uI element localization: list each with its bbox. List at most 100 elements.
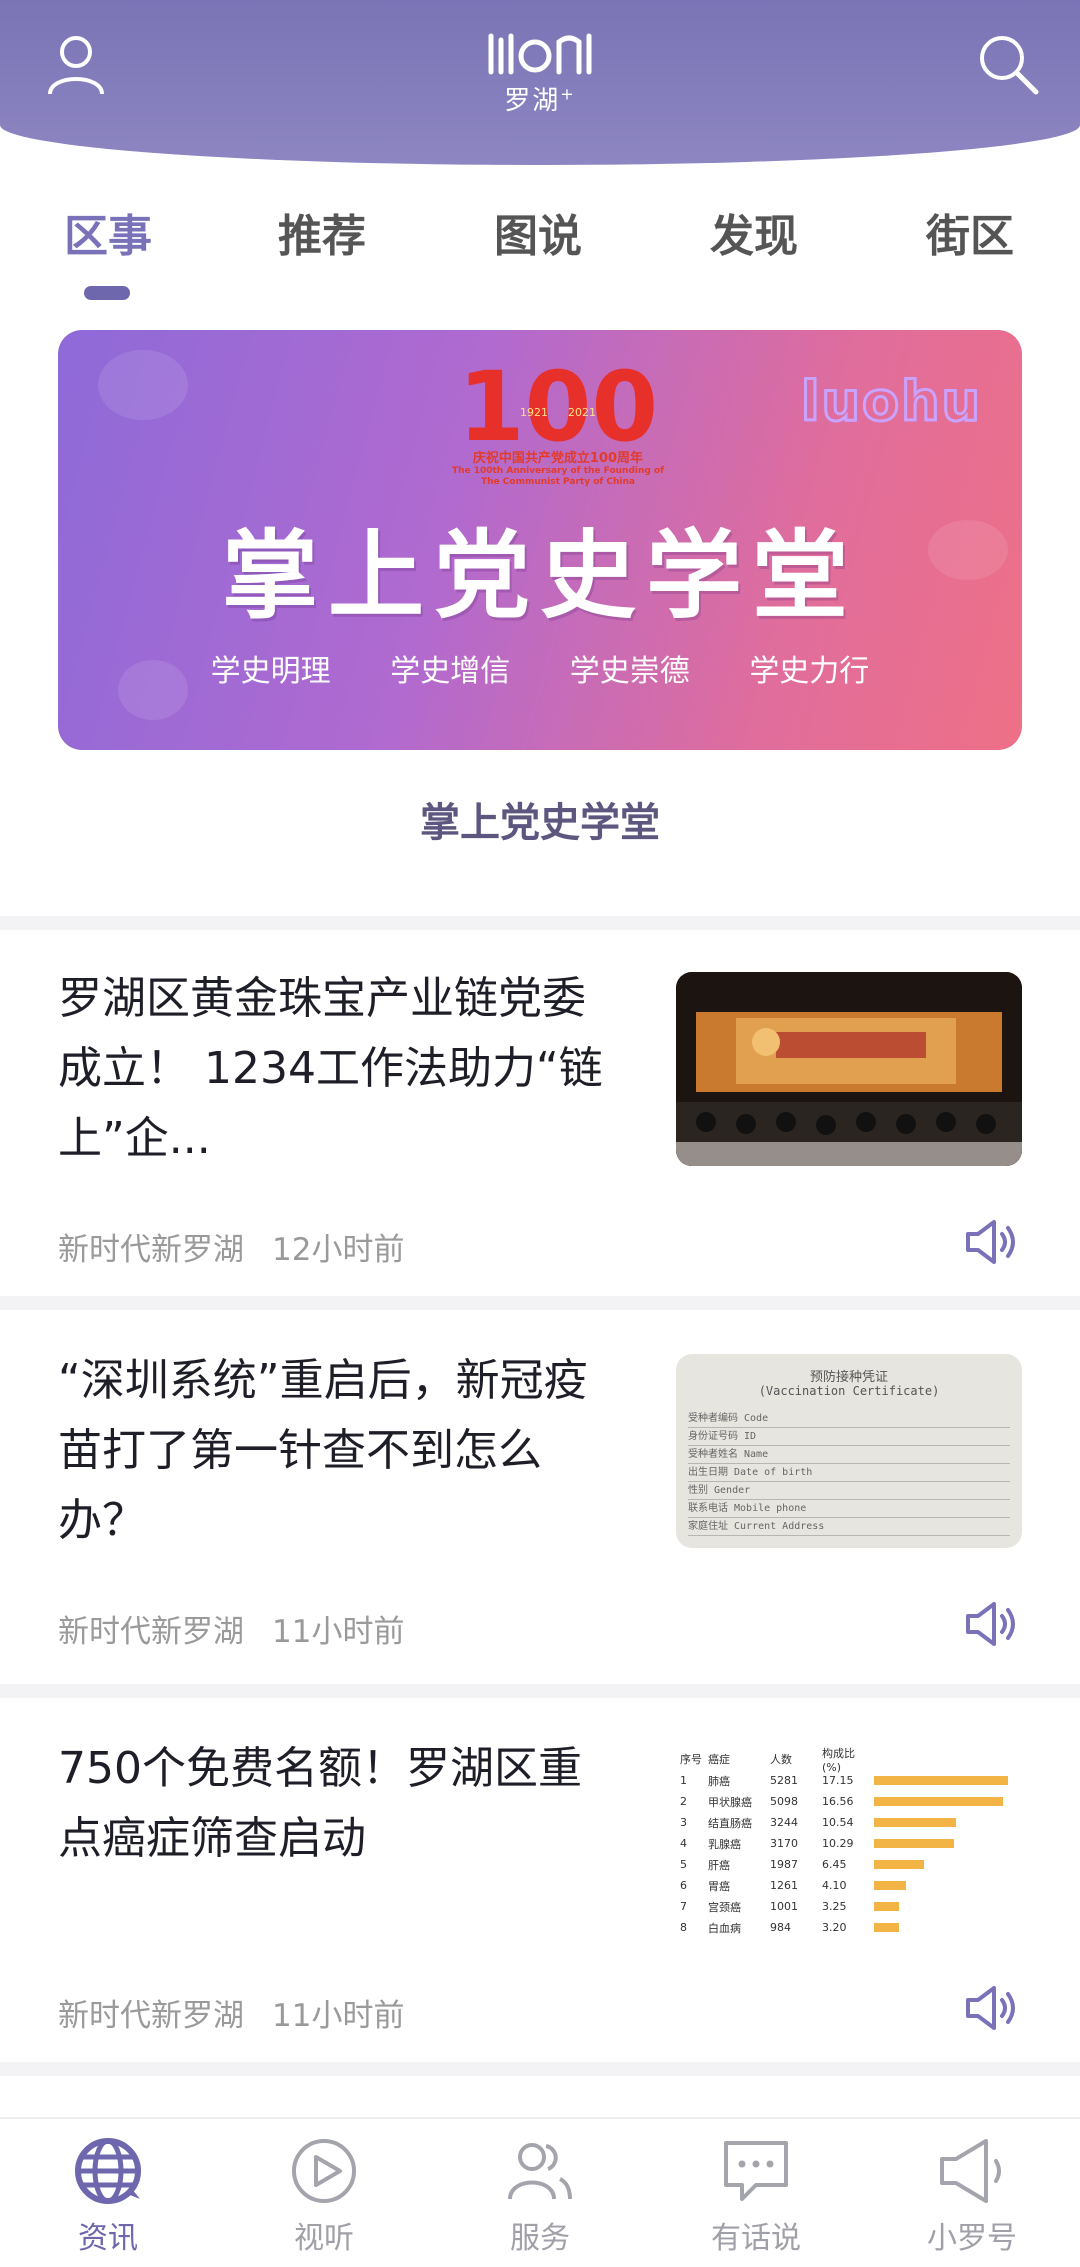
banner-carousel[interactable]: 100 1921 2021 庆祝中国共产党成立100周年 The 100th An…	[58, 330, 1022, 750]
globe-icon	[75, 2138, 141, 2204]
table-cell: 5098	[770, 1795, 798, 1808]
table-cell: 3	[680, 1816, 687, 1829]
news-title[interactable]: 罗湖区黄金珠宝产业链党委成立！ 1234工作法助力“链上”企...	[58, 964, 618, 1174]
table-cell: 10.29	[822, 1837, 854, 1850]
nav-shiting[interactable]: 视听	[254, 2133, 394, 2257]
news-source: 新时代新罗湖	[58, 1232, 244, 1268]
certificate-row: 联系电话 Mobile phone	[688, 1500, 1010, 1518]
table-cell: 乳腺癌	[708, 1837, 741, 1851]
tab-tuijian[interactable]: 推荐	[278, 200, 366, 264]
badge-year-left: 1921	[520, 406, 548, 419]
table-row: 4 乳腺癌 3170 10.29	[680, 1833, 1018, 1854]
table-cell: 5281	[770, 1774, 798, 1787]
slogan-3: 学史崇德	[569, 654, 690, 689]
table-cell: 4	[680, 1837, 687, 1850]
search-icon[interactable]	[972, 28, 1044, 100]
table-cell: 3.25	[822, 1900, 847, 1913]
table-cell: 7	[680, 1900, 687, 1913]
certificate-title-en: (Vaccination Certificate)	[758, 1384, 940, 1398]
bottom-tab-bar: 资讯 视听 服务 有话说 小罗号	[0, 2117, 1080, 2267]
news-meta: 新时代新罗湖 11小时前	[58, 1990, 404, 2035]
table-cell: 1001	[770, 1900, 798, 1913]
news-time: 12小时前	[272, 1232, 405, 1268]
banner-slogans: 学史明理 学史增信 学史崇德 学史力行	[58, 646, 1022, 690]
table-cell: 1	[680, 1774, 687, 1787]
nav-zixun[interactable]: 资讯	[38, 2133, 178, 2257]
news-item[interactable]: 罗湖区黄金珠宝产业链党委成立！ 1234工作法助力“链上”企... 新时代新罗湖…	[0, 930, 1080, 1296]
table-cell: 1987	[770, 1858, 798, 1871]
news-meta: 新时代新罗湖 12小时前	[58, 1224, 404, 1269]
certificate-row: 身份证号码 ID	[688, 1428, 1010, 1446]
news-item[interactable]: 750个免费名额！罗湖区重点癌症筛查启动 序号 癌症 人数 构成比(%) 1 肺癌 5281…	[0, 1698, 1080, 2062]
table-cell: 甲状腺癌	[708, 1795, 752, 1809]
app-logo: 罗湖+	[485, 30, 595, 117]
table-cell: 肝癌	[708, 1858, 730, 1872]
app-header: 罗湖+	[0, 0, 1080, 165]
certificate-row: 受种者姓名 Name	[688, 1446, 1010, 1464]
section-divider	[0, 1296, 1080, 1310]
speaker-icon[interactable]	[964, 1984, 1020, 2032]
tab-jiequ[interactable]: 街区	[926, 200, 1014, 264]
table-header: 序号 癌症 人数 构成比(%)	[680, 1747, 1018, 1774]
news-time: 11小时前	[272, 1998, 405, 2034]
certificate-row: 受种者编码 Code	[688, 1410, 1010, 1428]
table-cell: 结直肠癌	[708, 1816, 752, 1830]
nav-fuwu[interactable]: 服务	[470, 2133, 610, 2257]
nav-label: 视听	[294, 2221, 354, 2256]
table-bar	[874, 1839, 954, 1848]
nav-youhuashuo[interactable]: 有话说	[686, 2133, 826, 2257]
table-bar	[874, 1923, 899, 1932]
news-thumbnail[interactable]: 预防接种凭证 (Vaccination Certificate) 受种者编码 C…	[676, 1354, 1022, 1548]
table-bar	[874, 1797, 1003, 1806]
news-title[interactable]: “深圳系统”重启后，新冠疫苗打了第一针查不到怎么办？	[58, 1346, 618, 1556]
banner-caption[interactable]: 掌上党史学堂	[0, 790, 1080, 848]
user-icon[interactable]	[40, 28, 112, 100]
nav-label: 资讯	[78, 2221, 138, 2256]
badge-number: 100	[458, 360, 658, 450]
speaker-icon[interactable]	[964, 1218, 1020, 1266]
megaphone-icon	[940, 2139, 1001, 2203]
conference-stage-image	[676, 972, 1022, 1166]
table-cell: 3170	[770, 1837, 798, 1850]
certificate-row: 性别 Gender	[688, 1482, 1010, 1500]
speaker-icon[interactable]	[964, 1600, 1020, 1648]
table-cell: 10.54	[822, 1816, 854, 1829]
tab-faxian[interactable]: 发现	[710, 200, 798, 264]
news-thumbnail[interactable]: 序号 癌症 人数 构成比(%) 1 肺癌 5281 17.15 2 甲状腺癌 5098 16.56 3 结…	[676, 1742, 1022, 1936]
channel-tabs: 区事 推荐 图说 发现 街区	[0, 200, 1080, 300]
nav-label: 服务	[510, 2221, 570, 2256]
news-time: 11小时前	[272, 1614, 405, 1650]
tab-qushi[interactable]: 区事	[64, 200, 152, 264]
table-row: 2 甲状腺癌 5098 16.56	[680, 1791, 1018, 1812]
table-cell: 白血病	[708, 1921, 741, 1935]
table-header-cell: 构成比(%)	[822, 1746, 855, 1774]
table-cell: 3.20	[822, 1921, 847, 1934]
active-tab-indicator	[84, 286, 130, 300]
section-divider	[0, 1684, 1080, 1698]
slogan-2: 学史增信	[390, 654, 511, 689]
table-header-cell: 人数	[770, 1753, 792, 1766]
table-cell: 6	[680, 1879, 687, 1892]
table-row: 7 宫颈癌 1001 3.25	[680, 1896, 1018, 1917]
slogan-4: 学史力行	[749, 654, 870, 689]
table-cell: 3244	[770, 1816, 798, 1829]
news-source: 新时代新罗湖	[58, 1998, 244, 2034]
news-item[interactable]: “深圳系统”重启后，新冠疫苗打了第一针查不到怎么办？ 预防接种凭证 (Vacci…	[0, 1310, 1080, 1684]
news-thumbnail[interactable]	[676, 972, 1022, 1166]
nav-label: 小罗号	[927, 2221, 1017, 2256]
table-cell: 宫颈癌	[708, 1900, 741, 1914]
news-title[interactable]: 750个免费名额！罗湖区重点癌症筛查启动	[58, 1734, 618, 1874]
tab-tushuo[interactable]: 图说	[494, 200, 582, 264]
table-bar	[874, 1881, 906, 1890]
logo-text: 罗湖	[504, 86, 561, 116]
play-icon	[292, 2139, 356, 2203]
certificate-row: 出生日期 Date of birth	[688, 1464, 1010, 1482]
table-cell: 984	[770, 1921, 791, 1934]
table-row: 3 结直肠癌 3244 10.54	[680, 1812, 1018, 1833]
nav-xiaoluohao[interactable]: 小罗号	[902, 2133, 1042, 2257]
table-cell: 17.15	[822, 1774, 854, 1787]
badge-caption-cn: 庆祝中国共产党成立100周年	[472, 451, 644, 466]
certificate-title: 预防接种凭证	[809, 1370, 888, 1385]
certificate-rows: 受种者编码 Code 身份证号码 ID 受种者姓名 Name 出生日期 Date of…	[688, 1410, 1010, 1536]
banner-title: 掌上党史学堂	[222, 519, 858, 632]
